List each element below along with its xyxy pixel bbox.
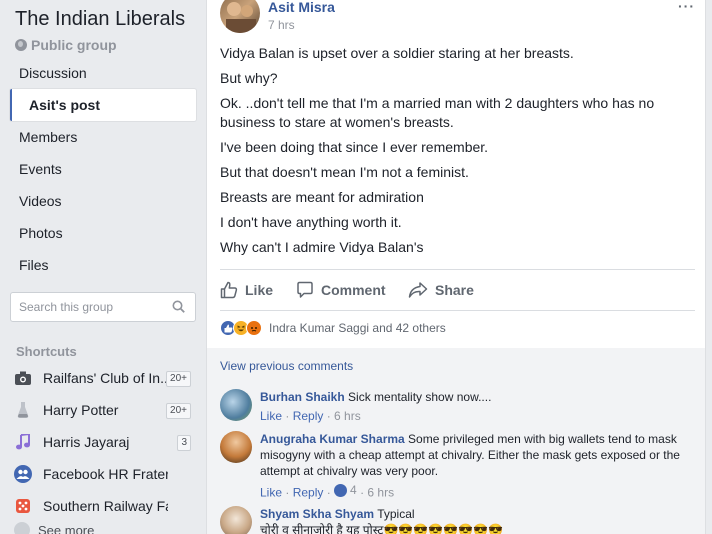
shortcuts-list: Railfans' Club of In... 20+ Harry Potter… [10, 362, 196, 522]
post-line: Why can't I admire Vidya Balan's [220, 239, 424, 255]
post-line: Breasts are meant for admiration [220, 189, 424, 205]
dice-icon [14, 497, 32, 515]
comment-reaction-count[interactable]: 4 [334, 482, 357, 498]
shortcuts-heading: Shortcuts [16, 344, 77, 359]
post-line: But why? [220, 70, 278, 86]
globe-icon [15, 39, 27, 51]
music-note-icon [14, 433, 32, 451]
divider [220, 269, 695, 270]
post-text: Vidya Balan is upset over a soldier star… [220, 44, 690, 263]
group-sidebar: The Indian Liberals Public group Discuss… [0, 0, 206, 534]
group-search-box [10, 292, 196, 322]
reactions-text[interactable]: Indra Kumar Saggi and 42 others [269, 321, 446, 335]
like-button[interactable]: Like [220, 279, 296, 301]
shortcut-label: Harris Jayaraj [43, 434, 130, 450]
share-label: Share [435, 282, 474, 298]
nav-item-photos[interactable]: Photos [10, 217, 196, 249]
nav-item-members[interactable]: Members [10, 121, 196, 153]
like-reaction-icon [334, 483, 348, 497]
comment-text: Sick mentality show now.... [348, 390, 492, 404]
share-icon [408, 282, 428, 298]
comment-meta: Like · Reply · 4 · 6 hrs [260, 482, 395, 500]
shortcut-harris-jayaraj[interactable]: Harris Jayaraj 3 [10, 426, 196, 458]
post-line: I don't have anything worth it. [220, 214, 402, 230]
shortcut-badge: 3 [177, 435, 191, 451]
group-search-input[interactable] [11, 293, 161, 321]
comment-body: Shyam Skha Shyam Typical चोरी व सीनाजोरी… [260, 506, 690, 534]
shortcut-railfans-club[interactable]: Railfans' Club of In... 20+ [10, 362, 196, 394]
comment-meta: Like · Reply · 6 hrs [260, 409, 361, 423]
comment-icon [297, 281, 313, 298]
comment-reply-link[interactable]: Reply [293, 486, 324, 500]
post-options-icon[interactable]: ··· [678, 0, 695, 14]
potion-icon [14, 401, 32, 419]
comment-label: Comment [321, 282, 386, 298]
group-nav: Discussion Asit's post Members Events Vi… [10, 57, 196, 281]
camera-icon [14, 369, 32, 387]
share-button[interactable]: Share [408, 279, 474, 301]
comment-time[interactable]: 6 hrs [367, 486, 394, 500]
post-line: Ok. ..don't tell me that I'm a married m… [220, 95, 655, 130]
shortcut-label: Facebook HR Fraternity [43, 466, 168, 482]
like-label: Like [245, 282, 274, 298]
see-more-label: See more [38, 522, 95, 534]
commenter-name[interactable]: Shyam Skha Shyam [260, 507, 374, 521]
post-card: Asit Misra 7 hrs ··· Vidya Balan is upse… [206, 0, 706, 534]
group-privacy: Public group [15, 37, 117, 53]
comment-like-link[interactable]: Like [260, 409, 282, 423]
chevron-down-icon [14, 522, 30, 534]
group-icon [14, 465, 32, 483]
see-more-shortcuts[interactable]: See more [14, 522, 94, 534]
shortcut-harry-potter[interactable]: Harry Potter 20+ [10, 394, 196, 426]
shortcut-badge: 20+ [166, 371, 191, 387]
author-avatar[interactable] [220, 0, 260, 33]
shortcut-label: Railfans' Club of In... [43, 370, 168, 386]
commenter-avatar[interactable] [220, 389, 252, 421]
search-icon[interactable] [172, 300, 185, 313]
commenter-avatar[interactable] [220, 506, 252, 534]
nav-item-videos[interactable]: Videos [10, 185, 196, 217]
commenter-name[interactable]: Burhan Shaikh [260, 390, 345, 404]
shortcut-southern-railway-fans[interactable]: Southern Railway Fans © [10, 490, 196, 522]
group-title[interactable]: The Indian Liberals [15, 8, 185, 31]
comment-reply-link[interactable]: Reply [293, 409, 324, 423]
commenter-avatar[interactable] [220, 431, 252, 463]
angry-reaction-icon [246, 320, 262, 336]
shortcut-label: Harry Potter [43, 402, 119, 418]
shortcut-facebook-hr-fraternity[interactable]: Facebook HR Fraternity [10, 458, 196, 490]
post-author-name[interactable]: Asit Misra [268, 0, 335, 15]
group-privacy-label: Public group [31, 37, 117, 53]
comments-section: View previous comments Burhan Shaikh Sic… [207, 348, 705, 534]
thumbs-up-icon [220, 281, 238, 299]
post-actions: Like Comment Share [220, 279, 474, 301]
reaction-count: 4 [350, 483, 357, 497]
comment-body: Anugraha Kumar Sharma Some privileged me… [260, 431, 690, 501]
reactions-summary[interactable]: Indra Kumar Saggi and 42 others [220, 320, 446, 336]
comment-text: Typical [377, 507, 415, 521]
comment-body: Burhan Shaikh Sick mentality show now...… [260, 389, 690, 424]
view-previous-comments-link[interactable]: View previous comments [220, 359, 353, 373]
divider [220, 310, 695, 311]
post-line: Vidya Balan is upset over a soldier star… [220, 45, 574, 61]
post-line: I've been doing that since I ever rememb… [220, 139, 489, 155]
comment-button[interactable]: Comment [296, 279, 408, 301]
nav-item-post[interactable]: Asit's post [10, 89, 196, 121]
nav-item-files[interactable]: Files [10, 249, 196, 281]
post-timestamp[interactable]: 7 hrs [268, 18, 295, 32]
nav-item-events[interactable]: Events [10, 153, 196, 185]
comment-like-link[interactable]: Like [260, 486, 282, 500]
nav-item-discussion[interactable]: Discussion [10, 57, 196, 89]
shortcut-badge: 20+ [166, 403, 191, 419]
post-line: But that doesn't mean I'm not a feminist… [220, 164, 469, 180]
commenter-name[interactable]: Anugraha Kumar Sharma [260, 432, 405, 446]
shortcut-label: Southern Railway Fans © [43, 498, 168, 514]
comment-time[interactable]: 6 hrs [334, 409, 361, 423]
comment-text-line: चोरी व सीनाजोरी है यह पोस्ट😎😎😎😎😎😎😎😎 [260, 523, 503, 534]
